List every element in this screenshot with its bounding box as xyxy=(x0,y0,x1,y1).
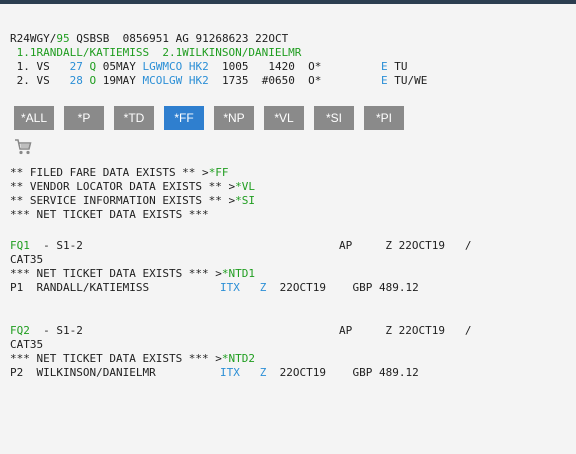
filed-fare-notice: ** FILED FARE DATA EXISTS ** >*FF xyxy=(10,166,229,179)
record-locator[interactable]: R24WGY xyxy=(10,32,50,45)
service-info-notice: ** SERVICE INFORMATION EXISTS ** >*SI xyxy=(10,194,256,207)
fare-quote-pax: P2 WILKINSON/DANIELMR xyxy=(10,366,156,379)
fare-quote-cat: CAT35 xyxy=(10,338,44,351)
shopping-cart-icon[interactable] xyxy=(14,138,32,156)
segment-row: 2. VS 28 O 19MAY MCOLGW HK2 1735 #0650 O… xyxy=(10,74,428,87)
si-button[interactable]: *SI xyxy=(314,106,354,130)
vendor-locator-notice: ** VENDOR LOCATOR DATA EXISTS ** >*VL xyxy=(10,180,256,193)
fare-quote-ap: AP Z 22OCT19 / xyxy=(339,239,472,252)
fare-quote-price: ITX Z 22OCT19 GBP 489.12 xyxy=(220,366,419,379)
fare-quote-ap: AP Z 22OCT19 / xyxy=(339,324,472,337)
fare-quote-net-notice: *** NET TICKET DATA EXISTS *** >*NTD1 xyxy=(10,267,256,280)
net-ticket-notice: *** NET TICKET DATA EXISTS *** xyxy=(10,208,209,221)
agent-code: 95 xyxy=(56,32,70,45)
vl-button[interactable]: *VL xyxy=(264,106,304,130)
ff-button[interactable]: *FF xyxy=(164,106,204,130)
fare-quote-header: FQ2 - S1-2 xyxy=(10,324,83,337)
ntd2-link[interactable]: *NTD2 xyxy=(222,352,255,365)
citypair-link[interactable]: MCOLGW xyxy=(143,74,183,87)
passengers-line: 1.1RANDALL/KATIEMISS 2.1WILKINSON/DANIEL… xyxy=(10,46,302,59)
pi-button[interactable]: *PI xyxy=(364,106,404,130)
fare-quote-header: FQ1 - S1-2 xyxy=(10,239,83,252)
ff-link[interactable]: *FF xyxy=(209,166,229,179)
all-button[interactable]: *ALL xyxy=(14,106,54,130)
fare-quote-pax: P1 RANDALL/KATIEMISS xyxy=(10,281,150,294)
vl-link[interactable]: *VL xyxy=(235,180,255,193)
fare-quote-cat: CAT35 xyxy=(10,253,44,266)
td-button[interactable]: *TD xyxy=(114,106,154,130)
citypair-link[interactable]: LGWMCO xyxy=(143,60,183,73)
fq1-link[interactable]: FQ1 xyxy=(10,239,30,252)
si-link[interactable]: *SI xyxy=(235,194,255,207)
fare-quote-net-notice: *** NET TICKET DATA EXISTS *** >*NTD2 xyxy=(10,352,256,365)
np-button[interactable]: *NP xyxy=(214,106,254,130)
ntd1-link[interactable]: *NTD1 xyxy=(222,267,255,280)
fq2-link[interactable]: FQ2 xyxy=(10,324,30,337)
pnr-header: R24WGY/95 QSBSB 0856951 AG 91268623 22OC… xyxy=(10,32,289,45)
p-button[interactable]: *P xyxy=(64,106,104,130)
fare-quote-price: ITX Z 22OCT19 GBP 489.12 xyxy=(220,281,419,294)
top-border xyxy=(0,0,576,4)
segment-row: 1. VS 27 Q 05MAY LGWMCO HK2 1005 1420 O*… xyxy=(10,60,408,73)
